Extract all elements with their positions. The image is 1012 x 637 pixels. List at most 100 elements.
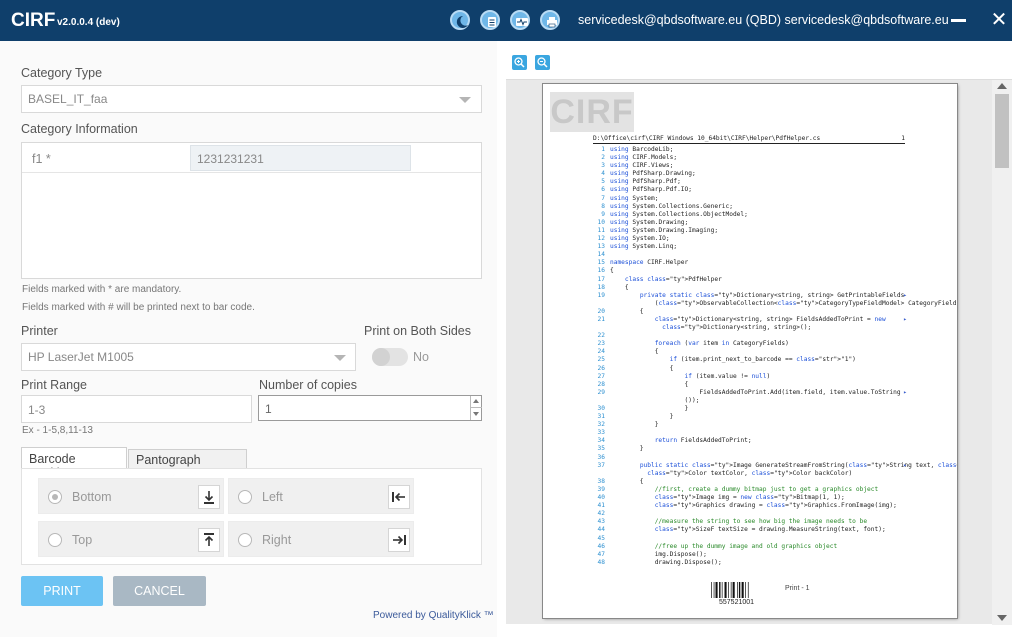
preview-viewport[interactable]: CIRF D:\Office\cirf\CIRF Windows 10_64bi… — [506, 79, 1012, 625]
code-line: 10 using System.Drawing; — [597, 218, 689, 226]
position-label-left: Left — [262, 490, 283, 504]
stepper-up-button[interactable] — [470, 396, 482, 408]
copies-stepper[interactable]: 1 — [258, 395, 482, 421]
radio-right[interactable] — [238, 533, 252, 547]
position-option-bottom[interactable]: Bottom — [38, 478, 224, 514]
page-number: 1 — [901, 135, 905, 142]
code-line: 25 if (item.print_next_to_barcode == cla… — [597, 356, 856, 364]
mandatory-note: Fields marked with * are mandatory. — [22, 284, 182, 295]
radio-bottom[interactable] — [48, 490, 62, 504]
category-type-value: BASEL_IT_faa — [28, 92, 108, 106]
position-label-bottom: Bottom — [72, 490, 112, 504]
tab-pantograph-position[interactable]: Pantograph Position — [128, 449, 247, 481]
code-line: 21 class="ty">Dictionary<string, string>… — [597, 315, 907, 323]
app-version: v2.0.0.4 (dev) — [57, 17, 120, 28]
code-line: 47 img.Dispose(); — [597, 550, 707, 558]
code-line: ()); — [610, 396, 700, 404]
position-option-left[interactable]: Left — [228, 478, 414, 514]
both-sides-toggle[interactable] — [372, 348, 408, 366]
code-line: 36 — [597, 453, 605, 461]
barcode-bar — [713, 582, 715, 598]
divider — [22, 172, 481, 173]
category-type-select[interactable]: BASEL_IT_faa — [21, 85, 482, 113]
scroll-down-icon[interactable] — [997, 615, 1007, 621]
barcode-bar — [738, 582, 741, 598]
position-option-right[interactable]: Right — [228, 521, 414, 557]
minimize-icon — [951, 19, 966, 22]
caret-up-icon — [473, 399, 479, 403]
barcode-bar — [711, 582, 712, 598]
file-path-header: D:\Office\cirf\CIRF Windows 10_64bit\CIR… — [593, 135, 905, 144]
code-line: 40 class="ty">Image img = new class="ty"… — [597, 494, 845, 502]
code-line: 15 namespace CIRF.Helper — [597, 259, 689, 267]
barcode-bar — [724, 582, 727, 598]
chevron-down-icon — [334, 355, 346, 361]
code-line: 38 { — [597, 477, 644, 485]
category-info-panel: f1 * 1231231231 — [21, 142, 482, 279]
code-line: 39 //first, create a dummy bitmap just t… — [597, 485, 879, 493]
cancel-button[interactable]: CANCEL — [113, 576, 206, 606]
code-line: 18 { — [597, 283, 629, 291]
field-f1-value: 1231231231 — [197, 152, 264, 166]
activity-monitor-icon[interactable] — [510, 10, 530, 30]
user-account[interactable]: servicedesk@qbdsoftware.eu (QBD) service… — [578, 13, 949, 27]
code-line: 8 using System.Collections.Generic; — [601, 202, 733, 210]
print-range-label: Print Range — [21, 378, 88, 392]
code-line: 2 using CIRF.Models; — [601, 154, 678, 162]
barcode-bar — [719, 582, 721, 598]
barcode-bar — [741, 582, 744, 598]
powered-by-link[interactable]: Powered by QualityKlick ™ — [373, 610, 494, 621]
radio-top[interactable] — [48, 533, 62, 547]
print-range-input[interactable]: 1-3 — [21, 395, 252, 423]
align-bottom-icon — [198, 485, 220, 509]
code-line: (class="ty">ObservableCollection<class="… — [610, 299, 957, 307]
code-line: 22 — [597, 332, 605, 340]
printer-icon[interactable] — [540, 10, 560, 30]
database-icon[interactable] — [480, 10, 500, 30]
scroll-up-icon[interactable] — [997, 83, 1007, 89]
print-button[interactable]: PRINT — [21, 576, 103, 606]
code-line: 29 FieldsAddedToPrint.Add(item.field, it… — [597, 388, 907, 396]
field-f1-input[interactable]: 1231231231 — [190, 145, 411, 171]
code-line: 6 using PdfSharp.Pdf.IO; — [601, 186, 692, 194]
barcode-bar — [721, 582, 723, 598]
both-sides-state: No — [413, 350, 429, 364]
category-info-label: Category Information — [21, 122, 138, 136]
category-type-label: Category Type — [21, 66, 103, 80]
file-path: D:\Office\cirf\CIRF Windows 10_64bit\CIR… — [593, 135, 821, 142]
code-line: 42 — [597, 510, 605, 518]
print-preview: CIRF D:\Office\cirf\CIRF Windows 10_64bi… — [506, 41, 1012, 637]
code-line: 23 foreach (var item in CategoryFields) — [597, 340, 789, 348]
code-line: 48 drawing.Dispose(); — [597, 558, 722, 566]
stepper-down-button[interactable] — [470, 408, 482, 420]
toggle-knob — [372, 348, 390, 366]
printer-select[interactable]: HP LaserJet M1005 — [21, 343, 356, 371]
code-line: 27 if (item.value != null) — [597, 372, 771, 380]
zoom-out-icon[interactable] — [535, 55, 550, 70]
code-line: 24 { — [597, 348, 659, 356]
code-line: 17 class class="ty">PdfHelper — [597, 275, 722, 283]
zoom-in-icon[interactable] — [512, 55, 527, 70]
code-listing: 1 using BarcodeLib; 2 using CIRF.Models; 3 us… — [593, 146, 957, 567]
code-line: 7 using System; — [601, 194, 659, 202]
code-line: 41 class="ty">Graphics drawing = class="… — [597, 502, 897, 510]
caret-down-icon — [473, 412, 479, 416]
code-line: 26 { — [597, 364, 674, 372]
code-line: 28 { — [597, 380, 689, 388]
barcode-bar — [737, 582, 738, 598]
app-name: CIRF — [11, 10, 56, 31]
preview-scrollbar[interactable] — [992, 80, 1012, 625]
barcode-bar — [732, 582, 735, 598]
theme-toggle-icon[interactable] — [450, 10, 470, 30]
code-line: 34 return FieldsAddedToPrint; — [597, 437, 752, 445]
print-page-label: Print - 1 — [785, 585, 810, 592]
code-line: 3 using CIRF.Views; — [601, 162, 674, 170]
scroll-thumb[interactable] — [995, 94, 1009, 168]
position-label-right: Right — [262, 533, 292, 547]
position-option-top[interactable]: Top — [38, 521, 224, 557]
radio-left[interactable] — [238, 490, 252, 504]
barcode-bar — [747, 582, 749, 598]
tab-barcode-position[interactable]: Barcode Position — [21, 447, 127, 480]
close-button[interactable]: ✕ — [987, 8, 1011, 32]
minimize-button[interactable] — [946, 8, 970, 32]
